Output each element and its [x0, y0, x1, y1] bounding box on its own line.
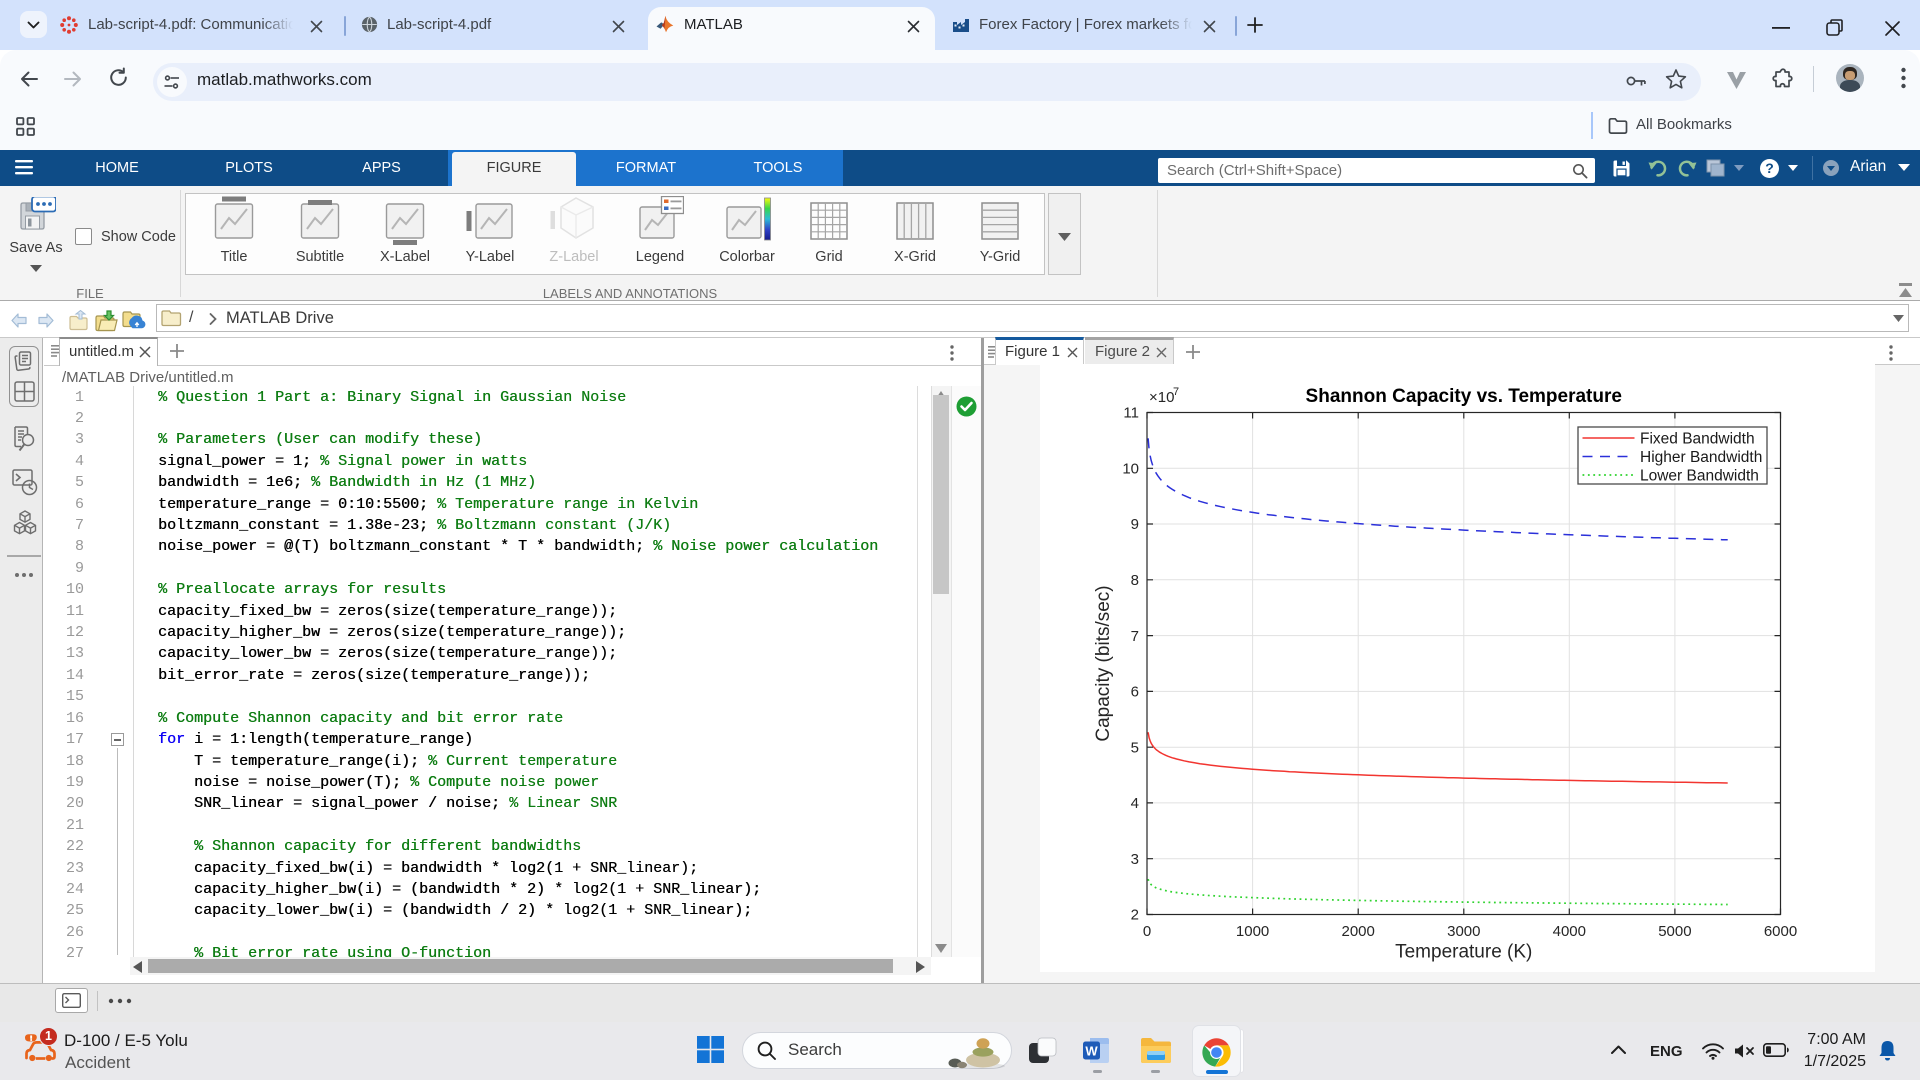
svg-text:10: 10 [1122, 461, 1139, 478]
svg-text:Fixed Bandwidth: Fixed Bandwidth [1640, 431, 1755, 448]
svg-text:Temperature (K): Temperature (K) [1395, 942, 1532, 963]
svg-text:8: 8 [1131, 572, 1139, 589]
svg-text:3: 3 [1131, 851, 1139, 868]
svg-text:0: 0 [1143, 923, 1151, 940]
svg-text:W: W [1085, 1044, 1098, 1059]
svg-text:3000: 3000 [1447, 923, 1480, 940]
svg-text:Higher Bandwidth: Higher Bandwidth [1640, 449, 1762, 466]
svg-text:4: 4 [1131, 795, 1139, 812]
svg-text:Capacity (bits/sec): Capacity (bits/sec) [1093, 585, 1114, 741]
svg-text:5: 5 [1131, 739, 1139, 756]
svg-text:1000: 1000 [1236, 923, 1269, 940]
svg-text:2000: 2000 [1342, 923, 1375, 940]
svg-text:7: 7 [1173, 386, 1179, 398]
svg-text:5000: 5000 [1658, 923, 1691, 940]
svg-text:×10: ×10 [1149, 389, 1174, 406]
svg-text:6000: 6000 [1764, 923, 1797, 940]
svg-text:Lower Bandwidth: Lower Bandwidth [1640, 468, 1759, 485]
svg-text:Shannon Capacity vs. Temperatu: Shannon Capacity vs. Temperature [1306, 386, 1622, 407]
svg-text:6: 6 [1131, 684, 1139, 701]
svg-text:4000: 4000 [1553, 923, 1586, 940]
svg-text:2: 2 [1131, 907, 1139, 924]
svg-text:9: 9 [1131, 516, 1139, 533]
svg-text:7: 7 [1131, 628, 1139, 645]
svg-text:11: 11 [1123, 405, 1139, 422]
